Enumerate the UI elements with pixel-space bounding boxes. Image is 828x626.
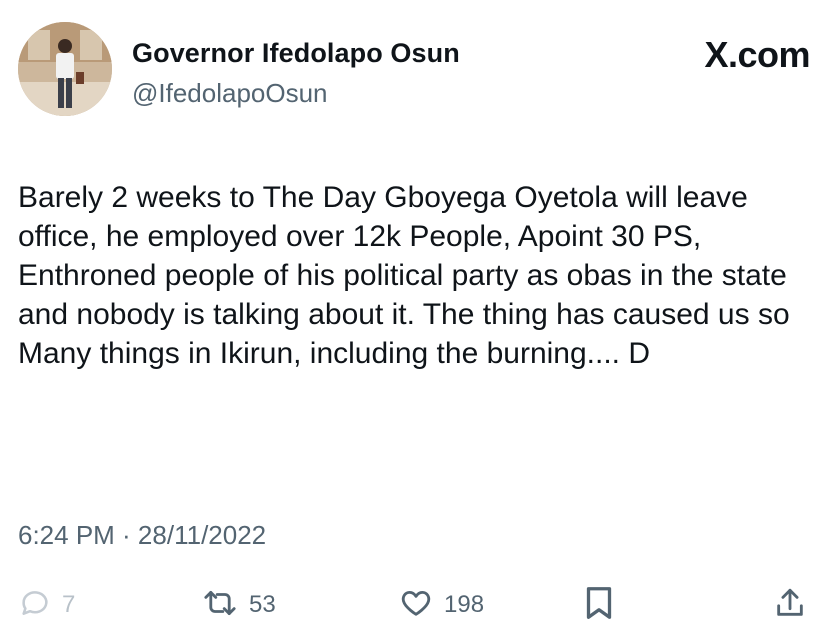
bookmark-button[interactable] [583,585,615,625]
retweet-icon [201,586,239,625]
reply-icon [18,586,52,625]
like-icon [398,586,434,625]
tweet-header: Governor Ifedolapo Osun @IfedolapoOsun X… [18,22,810,122]
bookmark-icon [583,585,615,626]
avatar[interactable] [18,22,112,116]
like-count: 198 [444,591,485,618]
tweet-text: Barely 2 weeks to The Day Gboyega Oyetol… [18,181,790,370]
like-button[interactable]: 198 [398,585,484,625]
share-button[interactable] [773,585,807,625]
brand-logo: X.com [704,34,810,75]
retweet-count: 53 [249,591,276,618]
share-icon [773,585,807,626]
user-handle[interactable]: @IfedolapoOsun [132,78,328,109]
retweet-button[interactable]: 53 [201,585,276,625]
reply-count: 7 [62,591,76,618]
reply-button[interactable]: 7 [18,585,75,625]
display-name[interactable]: Governor Ifedolapo Osun [132,38,460,69]
tweet-timestamp[interactable]: 6:24 PM · 28/11/2022 [18,520,266,551]
action-bar: 7 53 198 [18,585,810,625]
